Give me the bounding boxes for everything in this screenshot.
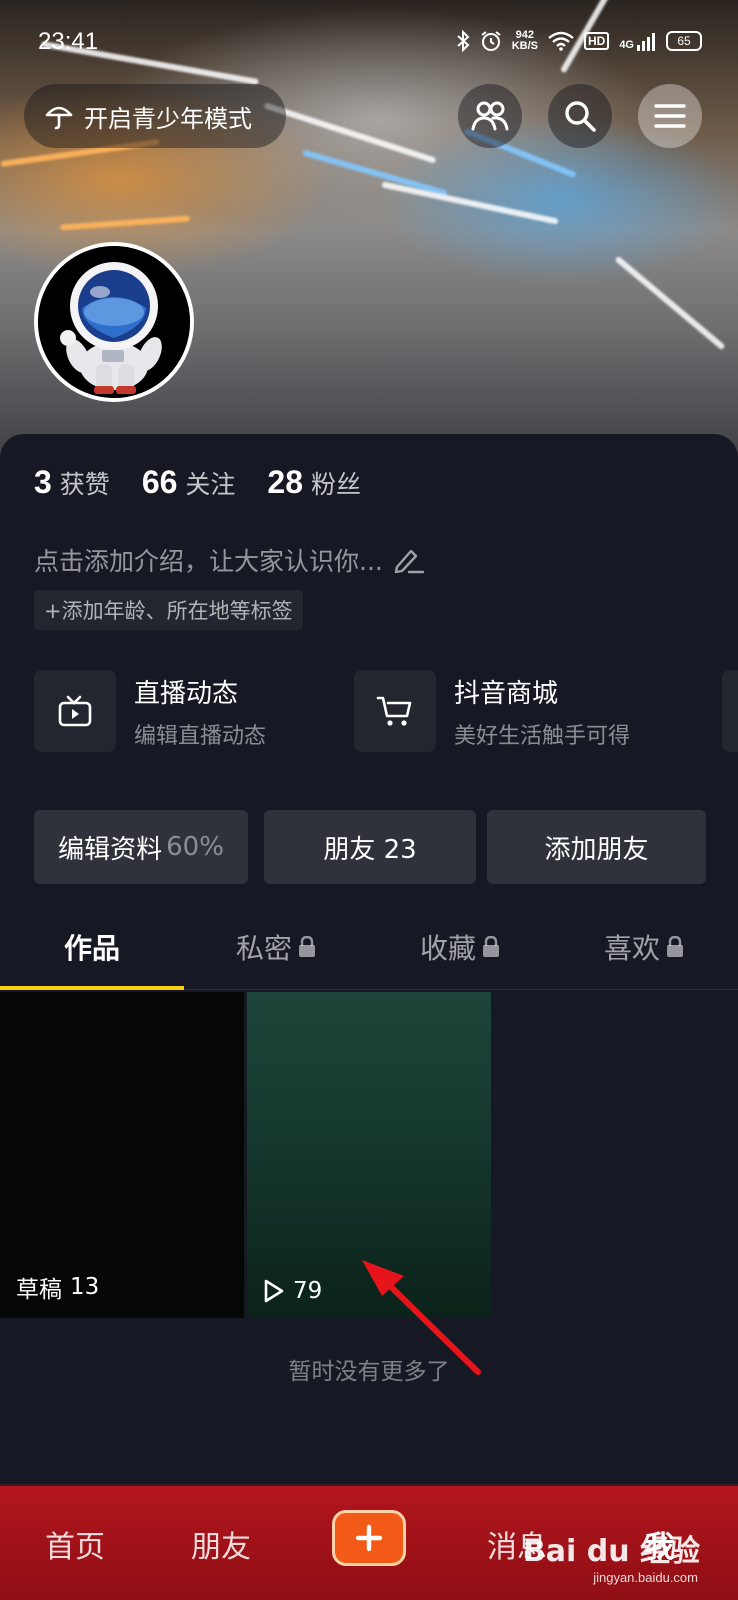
tab-label: 私密	[235, 932, 292, 965]
nav-home[interactable]: 首页	[20, 1486, 130, 1600]
edit-profile-label: 编辑资料	[58, 834, 163, 865]
hamburger-menu-icon	[654, 104, 686, 128]
draft-label: 草稿	[16, 1277, 62, 1303]
friends-button[interactable]: 朋友 23	[264, 810, 476, 884]
nav-friends[interactable]: 朋友	[166, 1486, 276, 1600]
stat-likes[interactable]: 3 获赞	[34, 464, 110, 501]
watermark-url: jingyan.baidu.com	[593, 1570, 698, 1585]
no-more-text: 暂时没有更多了	[288, 1359, 450, 1385]
entry-icon-box	[354, 670, 436, 752]
wifi-icon	[548, 31, 574, 51]
stat-followers[interactable]: 28 粉丝	[267, 464, 361, 501]
active-tab-underline	[0, 986, 184, 990]
pencil-icon	[394, 549, 425, 574]
status-time: 23:41	[38, 28, 99, 55]
net-speed-unit: KB/S	[511, 40, 538, 52]
stat-value: 3	[34, 464, 52, 500]
profile-panel: 3 获赞 66 关注 28 粉丝 点击添加介绍，让大家认识你... +添加年龄、…	[0, 434, 738, 1484]
net-speed: 942 KB/S	[512, 30, 538, 52]
lock-icon	[667, 936, 683, 957]
intro-placeholder: 点击添加介绍，让大家认识你...	[34, 547, 383, 576]
content-tabs: 作品 私密 收藏 喜欢	[0, 904, 738, 990]
entry-icon-box	[34, 670, 116, 752]
search-icon	[565, 101, 596, 132]
entry-subtitle: 编辑直播动态	[134, 723, 267, 749]
create-button[interactable]	[332, 1510, 406, 1566]
stat-value: 28	[267, 464, 304, 500]
draft-tile[interactable]: 草稿 13	[0, 992, 244, 1318]
video-play-count: 79	[293, 1278, 323, 1304]
tab-label: 喜欢	[603, 932, 660, 965]
astronaut-avatar-image	[38, 246, 190, 398]
stat-label: 关注	[185, 470, 236, 499]
search-button[interactable]	[548, 84, 612, 148]
intro-edit[interactable]: 点击添加介绍，让大家认识你...	[34, 542, 425, 578]
add-friends-button[interactable]: 添加朋友	[487, 810, 706, 884]
tab-favorites[interactable]: 收藏	[368, 904, 552, 990]
signal-indicator: 4G	[619, 31, 656, 51]
umbrella-icon	[45, 106, 73, 130]
profile-stats: 3 获赞 66 关注 28 粉丝	[34, 464, 361, 501]
status-bar: 23:41 942 KB/S HD 4G 65	[0, 28, 738, 62]
entry-shop[interactable]: 抖音商城 美好生活触手可得	[354, 670, 630, 752]
stat-value: 66	[141, 464, 178, 500]
works-grid: 草稿 13 79	[0, 992, 738, 1318]
profile-actions: 编辑资料 60% 朋友 23 添加朋友	[34, 810, 706, 884]
people-icon	[471, 101, 509, 131]
bluetooth-icon	[457, 30, 470, 52]
entry-title: 直播动态	[134, 678, 239, 709]
add-tags-button[interactable]: +添加年龄、所在地等标签	[34, 590, 303, 630]
lock-icon	[299, 936, 315, 957]
stat-label: 粉丝	[311, 470, 362, 499]
alarm-icon	[481, 31, 501, 51]
tab-likes[interactable]: 喜欢	[552, 904, 736, 990]
feature-entries: 直播动态 编辑直播动态 抖音商城 美好生活触手可得	[34, 670, 738, 752]
edit-profile-progress: 60%	[166, 832, 224, 862]
tv-icon	[58, 695, 92, 727]
friends-list-button[interactable]	[458, 84, 522, 148]
signal-icon	[637, 33, 655, 51]
lock-icon	[483, 936, 499, 957]
tab-label: 作品	[63, 932, 120, 965]
entry-live-updates[interactable]: 直播动态 编辑直播动态	[34, 670, 266, 752]
cart-icon	[376, 696, 412, 726]
draft-count: 13	[70, 1274, 100, 1300]
battery-indicator: 65	[666, 31, 702, 51]
tab-works[interactable]: 作品	[0, 904, 184, 990]
status-icons: 942 KB/S HD 4G 65	[456, 30, 702, 52]
stat-label: 获赞	[59, 470, 110, 499]
watermark-logo: Bai du 经验	[522, 1534, 700, 1569]
draft-caption: 草稿 13	[16, 1270, 99, 1304]
bottom-nav: 首页 朋友 消息 我 Bai du 经验 jingyan.baidu.com	[0, 1484, 738, 1600]
video-caption: 79	[263, 1278, 322, 1304]
signal-label: 4G	[619, 39, 634, 51]
hd-badge: HD	[583, 32, 610, 50]
teen-mode-label: 开启青少年模式	[84, 104, 252, 133]
entry-title: 抖音商城	[454, 678, 559, 709]
menu-button[interactable]	[638, 84, 702, 148]
tab-private[interactable]: 私密	[184, 904, 368, 990]
video-tile[interactable]: 79	[247, 992, 491, 1318]
edit-profile-button[interactable]: 编辑资料 60%	[34, 810, 248, 884]
play-icon	[264, 1279, 284, 1303]
plus-icon	[355, 1524, 383, 1552]
avatar[interactable]	[34, 242, 194, 402]
teen-mode-button[interactable]: 开启青少年模式	[24, 84, 286, 148]
entry-next-peek[interactable]	[722, 670, 738, 752]
stat-following[interactable]: 66 关注	[142, 464, 236, 501]
tab-label: 收藏	[419, 932, 476, 965]
entry-subtitle: 美好生活触手可得	[454, 723, 631, 749]
